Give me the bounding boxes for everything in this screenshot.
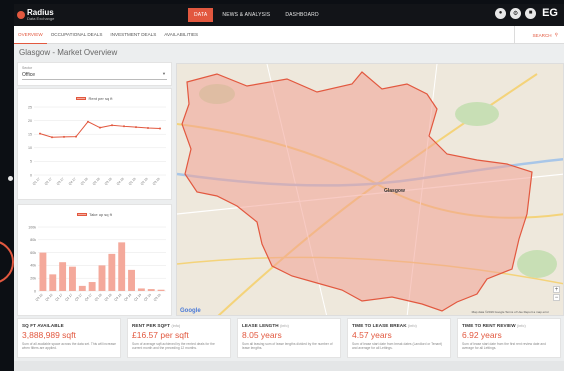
top-icons: ● ⚙ ■ EG [495, 7, 558, 19]
decorative-arc [0, 240, 14, 284]
search-icon: ⚲ [554, 32, 558, 37]
tab-overview[interactable]: OVERVIEW [14, 26, 47, 44]
decorative-dot [8, 176, 13, 181]
sub-nav: OVERVIEW OCCUPATIONAL DEALS INVESTMENT D… [14, 26, 564, 44]
search-button[interactable]: SEARCH ⚲ [514, 26, 564, 44]
app-window: Radius Data Exchange DATA NEWS & ANALYSI… [14, 4, 564, 371]
tab-occupational-deals[interactable]: OCCUPATIONAL DEALS [47, 26, 107, 44]
logo-icon [17, 11, 25, 19]
top-nav-data[interactable]: DATA [188, 8, 214, 22]
top-bar: Radius Data Exchange DATA NEWS & ANALYSI… [14, 4, 564, 26]
top-nav-news-analysis[interactable]: NEWS & ANALYSIS [216, 8, 276, 22]
logo[interactable]: Radius Data Exchange [17, 9, 54, 21]
search-label: SEARCH [532, 32, 552, 38]
tab-availabilities[interactable]: AVAILABILITIES [160, 26, 202, 44]
user-avatar[interactable]: EG [542, 7, 558, 19]
tab-investment-deals[interactable]: INVESTMENT DEALS [106, 26, 160, 44]
top-nav: DATA NEWS & ANALYSIS DASHBOARD [188, 8, 325, 22]
gear-icon[interactable]: ⚙ [510, 7, 522, 19]
background-decoration [0, 0, 14, 371]
top-nav-dashboard[interactable]: DASHBOARD [279, 8, 324, 22]
lock-icon[interactable]: ■ [525, 7, 537, 19]
logo-subtitle: Data Exchange [27, 16, 55, 21]
notifications-icon[interactable]: ● [495, 7, 507, 19]
